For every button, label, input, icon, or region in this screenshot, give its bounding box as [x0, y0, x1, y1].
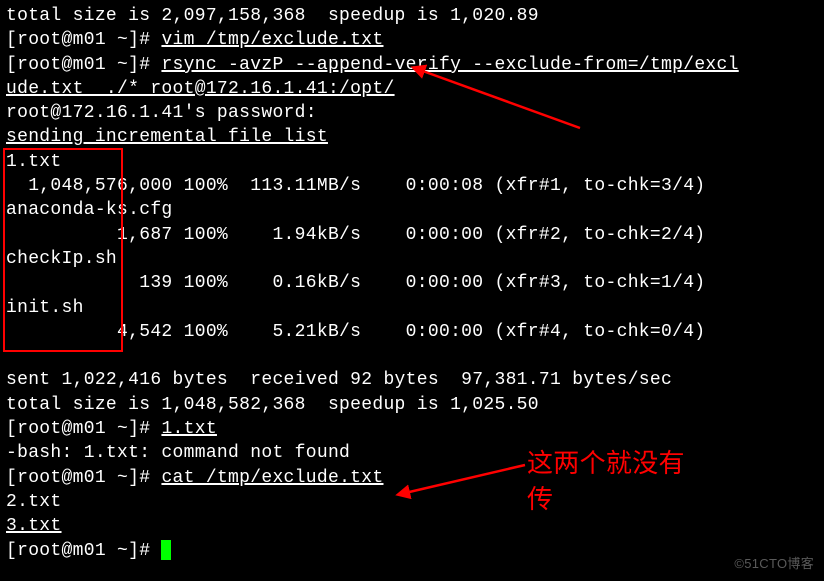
- annotation-text: 传: [527, 482, 553, 517]
- cmd: rsync -avzP --append-verify --exclude-fr…: [161, 55, 738, 75]
- file-listed: 3.txt: [6, 516, 62, 536]
- watermark: ©51CTO博客: [734, 555, 814, 573]
- file: anaconda-ks.cfg: [6, 200, 173, 220]
- summary: total size is 1,048,582,368 speedup is 1…: [6, 395, 539, 415]
- progress: 139 100% 0.16kB/s 0:00:00 (xfr#3, to-chk…: [6, 273, 705, 293]
- file: 1.txt: [6, 152, 62, 172]
- cursor-icon: [161, 540, 171, 560]
- cmd: cat /tmp/exclude.txt: [161, 468, 383, 488]
- progress: 4,542 100% 5.21kB/s 0:00:00 (xfr#4, to-c…: [6, 322, 705, 342]
- prompt: [root@m01 ~]#: [6, 30, 161, 50]
- prompt: [root@m01 ~]#: [6, 55, 161, 75]
- progress: 1,048,576,000 100% 113.11MB/s 0:00:08 (x…: [6, 176, 705, 196]
- prompt: [root@m01 ~]#: [6, 419, 161, 439]
- cmd-cont: ude.txt ./* root@172.16.1.41:/opt/: [6, 79, 395, 99]
- progress: 1,687 100% 1.94kB/s 0:00:00 (xfr#2, to-c…: [6, 225, 705, 245]
- file-listed: 2.txt: [6, 492, 62, 512]
- annotation-text: 这两个就没有: [527, 446, 685, 481]
- line: root@172.16.1.41's password:: [6, 103, 317, 123]
- prompt: [root@m01 ~]#: [6, 541, 161, 561]
- line: total size is 2,097,158,368 speedup is 1…: [6, 6, 539, 26]
- err: -bash: 1.txt: command not found: [6, 443, 350, 463]
- file: init.sh: [6, 298, 84, 318]
- cmd: 1.txt: [161, 419, 217, 439]
- cmd: vim /tmp/exclude.txt: [161, 30, 383, 50]
- terminal-output[interactable]: total size is 2,097,158,368 speedup is 1…: [0, 0, 824, 563]
- line: sending incremental file list: [6, 127, 328, 147]
- prompt: [root@m01 ~]#: [6, 468, 161, 488]
- summary: sent 1,022,416 bytes received 92 bytes 9…: [6, 370, 672, 390]
- file: checkIp.sh: [6, 249, 117, 269]
